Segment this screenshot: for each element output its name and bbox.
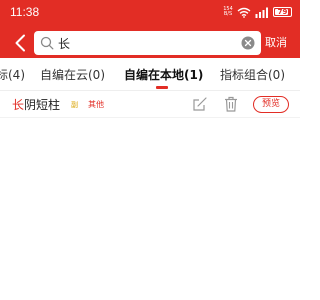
- tab-indicators[interactable]: 标(4): [0, 66, 25, 83]
- status-bar: 11:38 154 B/S 79: [0, 0, 300, 24]
- search-icon: [40, 36, 54, 50]
- tab-custom-local[interactable]: 自编在本地(1): [124, 66, 203, 83]
- result-row[interactable]: 长阴短柱 副 其他 预览: [0, 92, 300, 118]
- status-icons: 154 B/S 79: [223, 6, 292, 18]
- search-input[interactable]: [58, 34, 228, 52]
- sub-chart-tag: 副: [71, 101, 78, 109]
- result-title: 长阴短柱: [12, 96, 60, 113]
- tab-bar: 标(4) 自编在云(0) 自编在本地(1) 指标组合(0): [0, 58, 300, 91]
- preview-button[interactable]: 预览: [253, 96, 289, 113]
- tab-indicator-combo[interactable]: 指标组合(0): [220, 66, 285, 83]
- category-tag: 其他: [88, 100, 104, 109]
- wifi-icon: [237, 7, 251, 18]
- status-time: 11:38: [10, 5, 40, 19]
- search-box[interactable]: [34, 31, 261, 55]
- net-speed-icon: 154 B/S: [223, 6, 233, 17]
- back-button[interactable]: [10, 32, 30, 54]
- signal-icon: [255, 7, 268, 18]
- result-title-highlight: 长: [12, 98, 25, 112]
- clear-search-icon[interactable]: [241, 36, 255, 50]
- tab-custom-cloud[interactable]: 自编在云(0): [40, 66, 105, 83]
- cancel-button[interactable]: 取消: [265, 34, 287, 50]
- active-tab-indicator: [156, 86, 168, 89]
- trash-icon[interactable]: [224, 96, 238, 112]
- result-title-rest: 阴短柱: [24, 98, 61, 112]
- battery-icon: 79: [273, 7, 292, 17]
- app-header: 11:38 154 B/S 79 长 取消: [0, 0, 300, 58]
- edit-icon[interactable]: [192, 96, 208, 112]
- chevron-left-icon: [15, 34, 25, 52]
